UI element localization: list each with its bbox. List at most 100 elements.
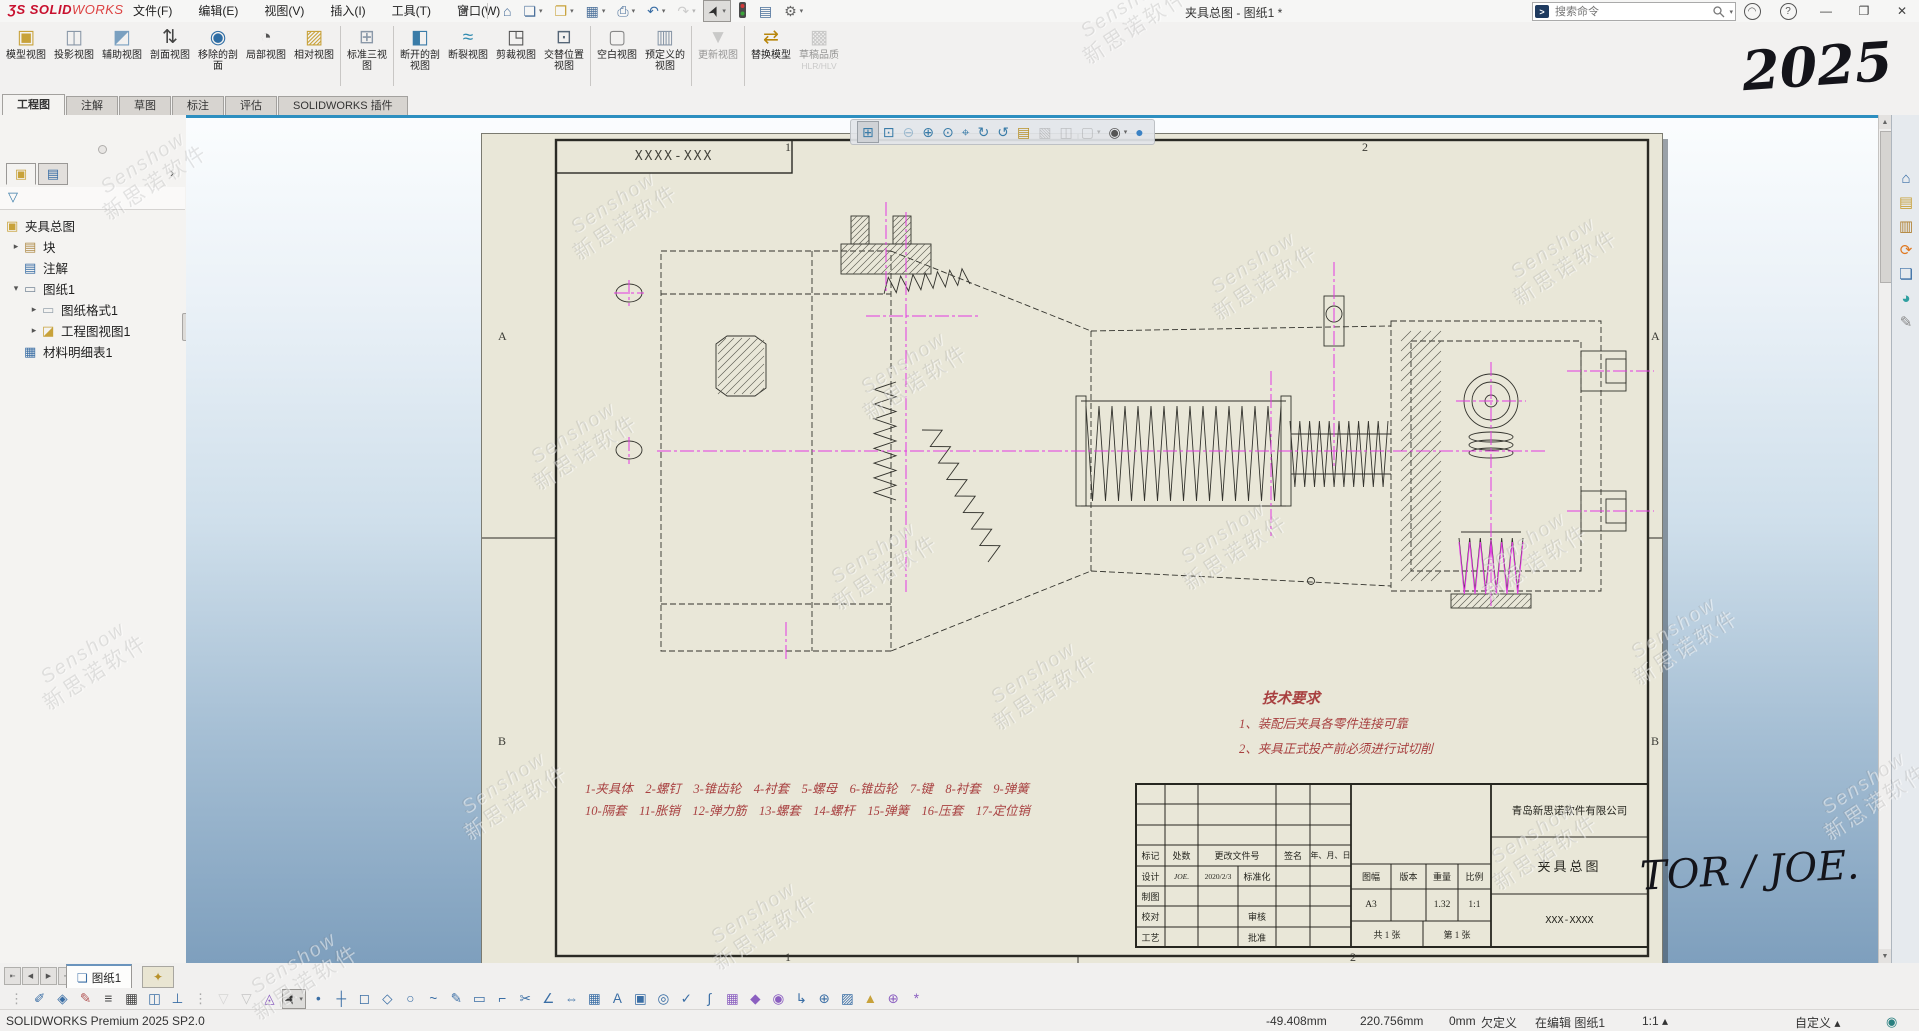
auxiliary-view-button[interactable]: ◩辅助视图: [98, 24, 146, 61]
redo-button[interactable]: ↷▾: [672, 0, 700, 22]
panel-expand-chevron[interactable]: ›: [170, 165, 174, 180]
search-input[interactable]: [1553, 5, 1712, 19]
center-mark-tool[interactable]: ⊕: [814, 990, 835, 1008]
polygon-tool[interactable]: ◇: [377, 990, 398, 1008]
pin-menu-icon[interactable]: ✦: [460, 3, 470, 17]
menu-file[interactable]: 文件(F): [120, 0, 185, 22]
magnetic-line-tool[interactable]: ◉: [768, 990, 789, 1008]
note-tool[interactable]: ▣: [630, 990, 651, 1008]
undo-button[interactable]: ↶▾: [642, 0, 670, 22]
select-tool[interactable]: ➤▾: [282, 989, 306, 1009]
standard-3-view-button[interactable]: ⊞标准三视图: [343, 24, 391, 72]
tab-dimension[interactable]: 标注: [172, 96, 224, 115]
annotation-star-tool[interactable]: *: [906, 990, 927, 1008]
format-painter-tool[interactable]: ✎: [75, 990, 96, 1008]
line-format-tool[interactable]: ≡: [98, 990, 119, 1008]
new-document-button[interactable]: ❏▾: [518, 0, 547, 22]
detail-view-button[interactable]: ◔局部视图: [242, 24, 290, 61]
open-button[interactable]: ❐▾: [550, 0, 579, 22]
user-account-icon[interactable]: ◠: [1736, 0, 1768, 22]
weld-symbol-tool[interactable]: ∫: [699, 990, 720, 1008]
print-button[interactable]: ⎙▾: [612, 0, 640, 22]
configuration-status[interactable]: 自定义 ▴: [1795, 1014, 1840, 1031]
help-icon[interactable]: ?: [1772, 0, 1804, 22]
hide-show-items-button[interactable]: ◫: [1056, 122, 1077, 142]
tree-item-sheet1-node[interactable]: ▾▭图纸1: [0, 278, 185, 299]
magnified-selection-button[interactable]: ⊙: [938, 122, 958, 142]
close-button[interactable]: ✕: [1886, 0, 1918, 22]
display-style-button[interactable]: ▢▾: [1077, 122, 1105, 142]
search-icon[interactable]: [1712, 5, 1726, 19]
globe-icon[interactable]: ◉: [1886, 1014, 1897, 1030]
zoom-to-selection-button[interactable]: ⊕: [918, 122, 938, 142]
tab-sketch[interactable]: 草图: [119, 96, 171, 115]
filter-vertices-tool[interactable]: ◬: [259, 990, 280, 1008]
tab-addins[interactable]: SOLIDWORKS 插件: [278, 96, 408, 115]
rectangle-tool[interactable]: ▭: [469, 990, 490, 1008]
spline-tool[interactable]: ~: [423, 990, 444, 1008]
tree-expander-icon[interactable]: ▸: [8, 241, 24, 252]
projected-view-button[interactable]: ◫投影视图: [50, 24, 98, 61]
dropdown-caret[interactable]: ▾: [299, 995, 303, 1003]
feature-tree-tab[interactable]: ▣: [6, 163, 36, 185]
text-tool[interactable]: A: [607, 990, 628, 1008]
dropdown-caret[interactable]: ▾: [539, 7, 543, 15]
3d-drawing-view-button[interactable]: ▧: [1034, 122, 1055, 142]
redraw-button[interactable]: ↺: [993, 122, 1013, 142]
first-sheet-button[interactable]: ⇤: [4, 967, 21, 985]
tree-item-bom-table1-node[interactable]: ▦材料明细表1: [0, 341, 185, 362]
tree-expander-icon[interactable]: ▸: [26, 325, 42, 336]
vertical-scrollbar[interactable]: ▲ ▼: [1878, 115, 1891, 963]
drawing-sheet[interactable]: 1 2 1 2 A B A B: [481, 133, 1663, 963]
plane-tool[interactable]: ◻: [354, 990, 375, 1008]
break-view-button[interactable]: ≈断裂视图: [444, 24, 492, 61]
smart-dimension-tool[interactable]: ✐: [29, 990, 50, 1008]
tab-annotation[interactable]: 注解: [66, 96, 118, 115]
save-button[interactable]: ▦▾: [581, 0, 611, 22]
menu-edit[interactable]: 编辑(E): [185, 0, 251, 22]
dropdown-caret[interactable]: ▾: [570, 7, 574, 15]
tree-item-drawing-view1-node[interactable]: ▸◪工程图视图1: [0, 320, 185, 341]
update-view-button[interactable]: ▼更新视图: [694, 24, 742, 61]
broken-out-section-button[interactable]: ◧断开的剖视图: [396, 24, 444, 72]
corner-tool[interactable]: ⌐: [492, 990, 513, 1008]
removed-section-button[interactable]: ◉移除的剖面: [194, 24, 242, 72]
scroll-up-arrow[interactable]: ▲: [1879, 115, 1891, 129]
layer-properties-tool[interactable]: ▦: [121, 990, 142, 1008]
zoom-out-button[interactable]: ⊖: [898, 122, 918, 142]
model-view-button[interactable]: ▣模型视图: [2, 24, 50, 61]
tab-evaluate[interactable]: 评估: [225, 96, 277, 115]
predefined-view-button[interactable]: ▥预定义的视图: [641, 24, 689, 72]
crop-view-button[interactable]: ◳剪裁视图: [492, 24, 540, 61]
sketch-pencil-tool[interactable]: ✎: [446, 990, 467, 1008]
view-palette-icon[interactable]: ❏: [1894, 263, 1918, 285]
centerline-tool[interactable]: ┼: [331, 990, 352, 1008]
custom-properties-icon[interactable]: ✎: [1894, 311, 1918, 333]
circle-tool[interactable]: ○: [400, 990, 421, 1008]
appearances-scenes-icon[interactable]: ◕: [1894, 287, 1918, 309]
add-symbol-tool[interactable]: ⊕: [883, 990, 904, 1008]
tree-expander-icon[interactable]: ▸: [26, 304, 42, 315]
minimize-button[interactable]: —: [1810, 0, 1842, 22]
document-properties-button[interactable]: ▤: [754, 0, 777, 22]
pan-button[interactable]: ⌖: [958, 122, 974, 142]
sheet-properties-button[interactable]: ▤: [1013, 122, 1034, 142]
filter-clear-tool[interactable]: ▽: [213, 990, 234, 1008]
balloon-tool[interactable]: ◎: [653, 990, 674, 1008]
zoom-to-fit-button[interactable]: ⊞: [857, 121, 879, 143]
tree-expander-icon[interactable]: ▾: [8, 283, 24, 294]
filter-edges-tool[interactable]: ▽: [236, 990, 257, 1008]
tree-item-blocks-folder[interactable]: ▸▤块: [0, 236, 185, 257]
section-view-button[interactable]: ⇅剖面视图: [146, 24, 194, 61]
sheet1-tab[interactable]: ❏图纸1: [66, 964, 132, 990]
alternate-position-view-button[interactable]: ⊡交替位置视图: [540, 24, 588, 72]
tree-item-sheet-format1-node[interactable]: ▸▭图纸格式1: [0, 299, 185, 320]
menu-tools[interactable]: 工具(T): [379, 0, 444, 22]
hide-show-edges-tool[interactable]: ◫: [144, 990, 165, 1008]
traffic-light-indicator[interactable]: [733, 0, 752, 22]
model-items-tool[interactable]: ◈: [52, 990, 73, 1008]
surface-finish-tool[interactable]: ✓: [676, 990, 697, 1008]
menu-view[interactable]: 视图(V): [251, 0, 317, 22]
scrollbar-thumb[interactable]: [1880, 131, 1891, 283]
dropdown-caret[interactable]: ▾: [692, 7, 696, 15]
